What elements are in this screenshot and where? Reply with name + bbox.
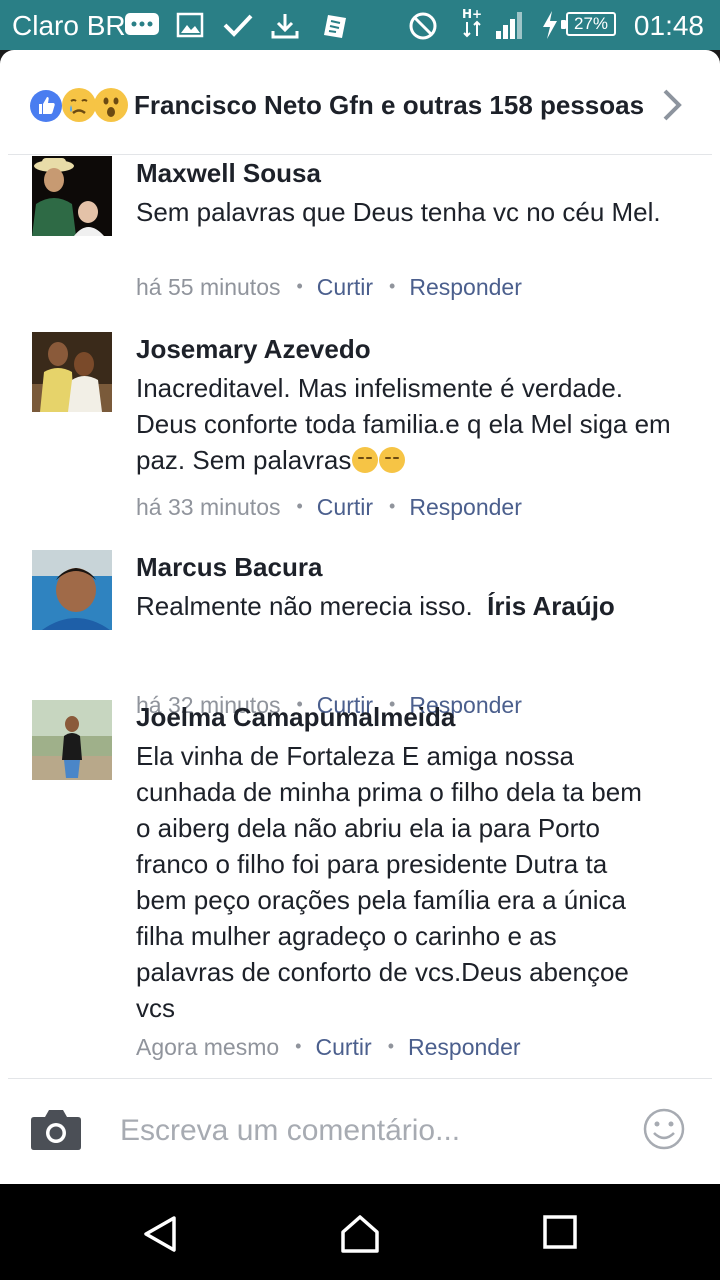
- avatar[interactable]: [32, 700, 112, 780]
- recent-apps-icon[interactable]: [542, 1214, 578, 1250]
- comment-item: Josemary Azevedo Inacreditavel. Mas infe…: [0, 332, 720, 532]
- back-icon[interactable]: [140, 1214, 180, 1254]
- comment-text: Ela vinha de Fortaleza E amiga nossa cun…: [136, 741, 642, 1023]
- emoji-smiley-icon[interactable]: [642, 1107, 686, 1151]
- messenger-notification-icon: [125, 13, 159, 35]
- comment-text-content: Realmente não merecia isso.: [136, 591, 473, 621]
- status-bar: Claro BR H+ 27% 01:48: [0, 0, 720, 50]
- data-hplus-icon: H+: [462, 7, 482, 38]
- check-notification-icon: [223, 14, 253, 37]
- svg-text:H+: H+: [462, 7, 482, 21]
- comment-author[interactable]: Maxwell Sousa: [136, 158, 321, 189]
- charging-icon: [543, 11, 557, 39]
- clock: 01:48: [633, 10, 704, 41]
- home-icon[interactable]: [339, 1214, 381, 1254]
- sad-icon: [62, 88, 96, 122]
- comment-time: há 33 minutos: [136, 494, 281, 520]
- comment-author[interactable]: Marcus Bacura: [136, 552, 322, 583]
- pensive-emoji-icon: [352, 447, 379, 473]
- like-button[interactable]: Curtir: [315, 1034, 371, 1060]
- separator-dot: •: [295, 1036, 302, 1056]
- separator-dot: •: [296, 496, 303, 516]
- comment-item: Maxwell Sousa Sem palavras que Deus tenh…: [0, 156, 720, 316]
- download-notification-icon: [271, 14, 299, 39]
- like-button[interactable]: Curtir: [317, 274, 373, 300]
- reply-button[interactable]: Responder: [408, 1034, 521, 1060]
- like-button[interactable]: Curtir: [317, 494, 373, 520]
- comment-actions: Agora mesmo • Curtir • Responder: [136, 1034, 521, 1061]
- camera-icon[interactable]: [30, 1107, 82, 1151]
- battery-indicator: 27%: [561, 12, 616, 36]
- signal-icon: [496, 12, 522, 39]
- wow-icon: [94, 88, 128, 122]
- reply-button[interactable]: Responder: [409, 494, 522, 520]
- reactions-text: Francisco Neto Gfn e outras 158 pessoas: [134, 90, 645, 120]
- comment-input[interactable]: [120, 1111, 620, 1151]
- comment-composer: [0, 1079, 720, 1184]
- comments-panel: Francisco Neto Gfn e outras 158 pessoas …: [0, 50, 720, 1184]
- like-icon: [30, 90, 62, 122]
- chevron-right-icon[interactable]: [660, 88, 684, 122]
- reactions-summary[interactable]: Francisco Neto Gfn e outras 158 pessoas: [0, 50, 720, 154]
- navigation-bar: [0, 1184, 720, 1280]
- divider: [8, 154, 712, 155]
- avatar[interactable]: [32, 550, 112, 630]
- separator-dot: •: [387, 1036, 395, 1056]
- comment-author[interactable]: Josemary Azevedo: [136, 334, 371, 365]
- do-not-disturb-icon: [409, 12, 437, 40]
- comment-text: Sem palavras que Deus tenha vc no céu Me…: [136, 197, 661, 227]
- reply-button[interactable]: Responder: [409, 274, 522, 300]
- separator-dot: •: [296, 276, 303, 296]
- separator-dot: •: [389, 276, 396, 296]
- comment-time: Agora mesmo: [136, 1034, 280, 1060]
- separator-dot: •: [389, 496, 396, 516]
- comment-text: Realmente não merecia isso. Íris Araújo: [136, 588, 676, 624]
- comment-actions: há 55 minutos • Curtir • Responder: [136, 274, 522, 301]
- mention-link[interactable]: Íris Araújo: [487, 591, 615, 621]
- app-notification-icon: [324, 15, 346, 38]
- comment-time: há 55 minutos: [136, 274, 281, 300]
- comment-item: Joelma Camapumalmeida Ela vinha de Forta…: [0, 700, 720, 1070]
- comment-item: Marcus Bacura Realmente não merecia isso…: [0, 550, 720, 718]
- gallery-notification-icon: [176, 12, 204, 38]
- avatar[interactable]: [32, 156, 112, 236]
- comment-text: Inacreditavel. Mas infelismente é verdad…: [136, 370, 676, 478]
- comment-actions: há 33 minutos • Curtir • Responder: [136, 494, 522, 521]
- comment-author[interactable]: Joelma Camapumalmeida: [136, 702, 455, 733]
- carrier-label: Claro BR: [12, 10, 126, 41]
- pensive-emoji-icon: [379, 447, 406, 473]
- avatar[interactable]: [32, 332, 112, 412]
